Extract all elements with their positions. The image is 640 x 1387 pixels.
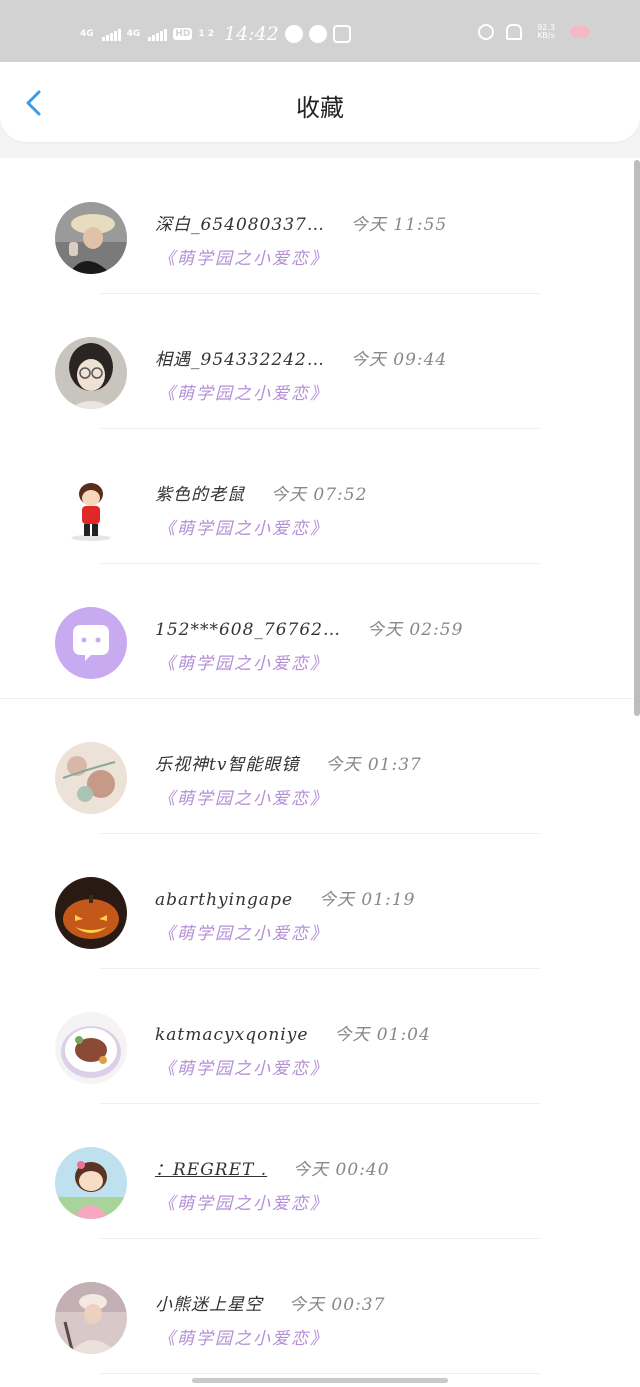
avatar[interactable] [55, 1147, 127, 1219]
item-time: 今天 02:59 [366, 620, 464, 640]
item-name: abarthyingape 今天 01:19 [155, 885, 415, 910]
list-item[interactable]: 小熊迷上星空 今天 00:37 《萌学园之小爱恋》 [0, 1238, 640, 1374]
pig-icon [570, 26, 590, 38]
list-item[interactable]: 紫色的老鼠 今天 07:52 《萌学园之小爱恋》 [0, 428, 640, 564]
item-time: 今天 09:44 [350, 350, 448, 370]
item-name: 相遇_954332242… 今天 09:44 [155, 345, 447, 370]
item-name: ：REGRET . 今天 00:40 [155, 1155, 390, 1180]
avatar[interactable] [55, 742, 127, 814]
item-name: 深白_654080337… 今天 11:55 [155, 210, 447, 235]
app-header: 收藏 [0, 62, 640, 142]
item-name-text: 深白_654080337… [155, 215, 325, 235]
wechat-icon [284, 25, 303, 43]
list-item[interactable]: 相遇_954332242… 今天 09:44 《萌学园之小爱恋》 [0, 293, 640, 429]
item-subtitle: 《萌学园之小爱恋》 [158, 519, 329, 539]
mute-bell-icon [506, 24, 522, 40]
scrollbar[interactable] [634, 160, 640, 716]
avatar[interactable] [55, 472, 127, 544]
item-subtitle: 《萌学园之小爱恋》 [158, 1194, 329, 1214]
item-subtitle: 《萌学园之小爱恋》 [158, 1329, 329, 1349]
network-speed: 92.3 KB/s [537, 23, 555, 40]
item-name-text: 相遇_954332242… [155, 350, 325, 370]
item-name: katmacyxqoniye 今天 01:04 [155, 1020, 431, 1045]
list-item[interactable]: 152***608_76762… 今天 02:59 《萌学园之小爱恋》 [0, 563, 640, 699]
home-indicator[interactable] [192, 1378, 448, 1383]
list-item[interactable]: katmacyxqoniye 今天 01:04 《萌学园之小爱恋》 [0, 968, 640, 1104]
item-time: 今天 07:52 [271, 485, 368, 505]
item-subtitle: 《萌学园之小爱恋》 [158, 654, 329, 674]
item-name: 152***608_76762… 今天 02:59 [155, 615, 463, 640]
item-subtitle: 《萌学园之小爱恋》 [158, 1059, 329, 1079]
item-subtitle: 《萌学园之小爱恋》 [158, 789, 329, 809]
status-bar: 4G 4G HD 1 2 14:42 92.3 KB/s [0, 0, 640, 62]
item-name: 紫色的老鼠 今天 07:52 [155, 480, 367, 505]
item-name-text: katmacyxqoniye [155, 1025, 309, 1045]
item-name: 乐视神tv智能眼镜 今天 01:37 [155, 750, 422, 775]
hd-badge: HD [173, 28, 193, 40]
list-item[interactable]: abarthyingape 今天 01:19 《萌学园之小爱恋》 [0, 833, 640, 969]
status-right: 92.3 KB/s [478, 24, 590, 40]
item-name: 小熊迷上星空 今天 00:37 [155, 1290, 385, 1315]
item-subtitle: 《萌学园之小爱恋》 [158, 384, 329, 404]
item-time: 今天 01:37 [325, 755, 422, 775]
item-time: 今天 00:40 [293, 1160, 390, 1180]
avatar[interactable] [55, 1282, 127, 1354]
item-time: 今天 00:37 [289, 1295, 386, 1315]
item-name-text: abarthyingape [155, 890, 294, 910]
avatar[interactable] [55, 607, 127, 679]
item-time: 今天 11:55 [350, 215, 448, 235]
list-item[interactable]: 深白_654080337… 今天 11:55 《萌学园之小爱恋》 [0, 158, 640, 294]
network-label-2: 4G [126, 28, 141, 39]
list-item[interactable]: 乐视神tv智能眼镜 今天 01:37 《萌学园之小爱恋》 [0, 698, 640, 834]
image-icon [332, 25, 351, 43]
avatar[interactable] [55, 337, 127, 409]
item-time: 今天 01:04 [334, 1025, 431, 1045]
divider [100, 1373, 540, 1374]
avatar[interactable] [55, 202, 127, 274]
list-item[interactable]: ：REGRET . 今天 00:40 《萌学园之小爱恋》 [0, 1103, 640, 1239]
favorites-list[interactable]: 深白_654080337… 今天 11:55 《萌学园之小爱恋》 相遇_95433… [0, 158, 640, 1387]
item-name-text: ：REGRET . [155, 1160, 268, 1180]
item-name-text: 小熊迷上星空 [155, 1295, 263, 1315]
signal-icon [101, 27, 121, 41]
item-time: 今天 01:19 [319, 890, 416, 910]
alarm-icon [478, 24, 494, 40]
item-subtitle: 《萌学园之小爱恋》 [158, 249, 329, 269]
item-name-text: 152***608_76762… [155, 620, 341, 640]
compass-icon [308, 25, 327, 43]
network-label-1: 4G [80, 28, 94, 39]
signal-icon-2 [148, 27, 168, 41]
hd-sub: 1 2 [198, 28, 214, 39]
status-time: 14:42 [224, 23, 279, 45]
page-title: 收藏 [296, 94, 344, 122]
avatar[interactable] [55, 877, 127, 949]
item-name-text: 紫色的老鼠 [155, 485, 245, 505]
item-name-text: 乐视神tv智能眼镜 [155, 755, 300, 775]
item-subtitle: 《萌学园之小爱恋》 [158, 924, 329, 944]
status-left: 4G 4G HD 1 2 14:42 [80, 22, 351, 46]
avatar[interactable] [55, 1012, 127, 1084]
